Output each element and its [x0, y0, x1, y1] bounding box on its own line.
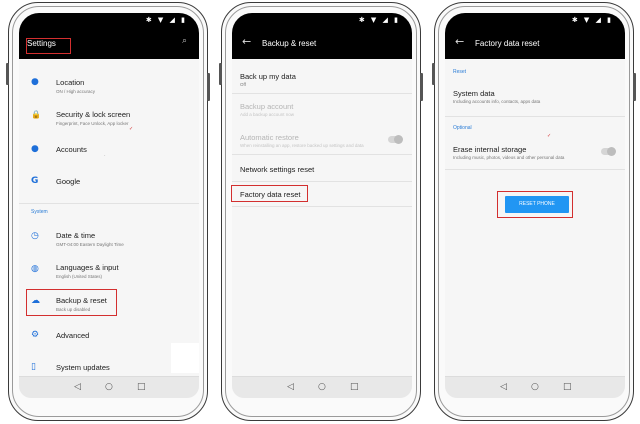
annotation-mark: ✓ — [129, 126, 134, 132]
divider — [445, 116, 625, 117]
annotation-mark: · — [104, 153, 106, 159]
nav-back-icon[interactable]: ◁ — [287, 382, 294, 392]
status-bar: ✱ ▼ ◢ ▮ — [19, 13, 199, 27]
status-bar: ✱ ▼ ◢ ▮ — [445, 13, 625, 27]
app-bar: ← Backup & reset — [232, 27, 412, 59]
divider — [445, 169, 625, 170]
divider — [232, 154, 412, 155]
item-subtitle: English (United States) — [56, 274, 103, 279]
section-header-system: System — [31, 209, 48, 215]
back-arrow-icon[interactable]: ← — [242, 35, 251, 48]
divider — [232, 206, 412, 207]
divider — [19, 203, 199, 204]
back-arrow-icon[interactable]: ← — [455, 35, 464, 48]
search-icon[interactable]: ⌕ — [182, 36, 187, 46]
google-icon: G — [31, 176, 39, 186]
volume-button — [219, 63, 222, 85]
reset-phone-button[interactable]: RESET PHONE — [505, 196, 569, 213]
nav-recents-icon[interactable]: □ — [137, 382, 146, 392]
page-title: Factory data reset — [475, 39, 540, 48]
notch — [513, 13, 557, 24]
power-button — [207, 73, 210, 101]
nav-back-icon[interactable]: ◁ — [500, 382, 507, 392]
item-title: Backup account — [240, 102, 294, 111]
phone-settings: ✱ ▼ ◢ ▮ Settings ⌕ ● Location ON / High … — [6, 2, 210, 421]
item-title: Accounts — [56, 145, 87, 154]
item-title: Backup & reset — [56, 296, 107, 305]
status-icons: ✱ ▼ ◢ ▮ — [358, 16, 400, 24]
phone-update-icon: ▯ — [31, 362, 36, 372]
item-title: Google — [56, 177, 81, 186]
divider — [232, 93, 412, 94]
globe-icon: ◍ — [31, 264, 39, 274]
item-title: Security & lock screen — [56, 110, 131, 119]
blank-overlay — [171, 343, 199, 373]
page-title: Settings — [27, 39, 56, 48]
section-header-reset: Reset — [453, 69, 467, 75]
item-title: System data — [453, 89, 495, 98]
phone-backup-reset: ✱ ▼ ◢ ▮ ← Backup & reset Back up my data… — [219, 2, 423, 421]
item-title: Advanced — [56, 331, 90, 340]
nav-back-icon[interactable]: ◁ — [74, 382, 81, 392]
item-subtitle: Back up disabled — [56, 307, 91, 312]
nav-bar: ◁ ○ □ — [19, 376, 199, 398]
item-title: Languages & input — [56, 263, 119, 272]
nav-recents-icon[interactable]: □ — [563, 382, 572, 392]
page-title: Backup & reset — [262, 39, 317, 48]
nav-home-icon[interactable]: ○ — [105, 382, 113, 392]
nav-bar: ◁ ○ □ — [445, 376, 625, 398]
notch — [87, 13, 131, 24]
lock-icon: 🔒 — [31, 110, 41, 119]
nav-home-icon[interactable]: ○ — [318, 382, 326, 392]
item-subtitle: Add a backup account now — [240, 112, 295, 117]
settings-screen: ✱ ▼ ◢ ▮ Settings ⌕ ● Location ON / High … — [19, 13, 199, 398]
item-title: System updates — [56, 363, 110, 372]
nav-bar: ◁ ○ □ — [232, 376, 412, 398]
power-button — [420, 73, 423, 101]
account-icon: ● — [31, 144, 39, 154]
cloud-upload-icon: ☁ — [31, 296, 40, 306]
annotation-mark: ✓ — [547, 133, 552, 139]
clock-icon: ◷ — [31, 231, 39, 241]
automatic-restore-toggle[interactable] — [388, 135, 403, 144]
nav-home-icon[interactable]: ○ — [531, 382, 539, 392]
item-subtitle: Fingerprint, Face Unlock, App locker — [56, 121, 129, 126]
volume-button — [6, 63, 9, 85]
gear-icon: ⚙ — [31, 330, 40, 340]
item-title: Factory data reset — [240, 190, 301, 199]
status-icons: ✱ ▼ ◢ ▮ — [145, 16, 187, 24]
item-subtitle: GMT-04:00 Eastern Daylight Time — [56, 242, 124, 247]
item-title: Erase internal storage — [453, 145, 527, 154]
location-icon: ● — [31, 77, 39, 87]
power-button — [633, 73, 636, 101]
notch — [300, 13, 344, 24]
item-title: Back up my data — [240, 72, 296, 81]
item-title: Network settings reset — [240, 165, 315, 174]
item-subtitle: ON / High accuracy — [56, 89, 96, 94]
divider — [232, 181, 412, 182]
status-icons: ✱ ▼ ◢ ▮ — [571, 16, 613, 24]
backup-reset-screen: ✱ ▼ ◢ ▮ ← Backup & reset Back up my data… — [232, 13, 412, 398]
factory-reset-screen: ✱ ▼ ◢ ▮ ← Factory data reset Reset Syste… — [445, 13, 625, 398]
item-title: Location — [56, 78, 85, 87]
app-bar: ← Factory data reset — [445, 27, 625, 59]
volume-button — [432, 63, 435, 85]
item-subtitle: When reinstalling an app, restore backed… — [240, 143, 364, 148]
item-subtitle: Off — [240, 82, 246, 87]
item-subtitle: Including music, photos, videos and othe… — [453, 155, 565, 160]
item-title: Automatic restore — [240, 133, 299, 142]
section-header-optional: Optional — [453, 125, 472, 131]
app-bar: Settings ⌕ — [19, 27, 199, 59]
erase-storage-toggle[interactable] — [601, 147, 616, 156]
item-subtitle: Including accounts info, contacts, apps … — [453, 99, 541, 104]
status-bar: ✱ ▼ ◢ ▮ — [232, 13, 412, 27]
phone-factory-reset: ✱ ▼ ◢ ▮ ← Factory data reset Reset Syste… — [432, 2, 636, 421]
nav-recents-icon[interactable]: □ — [350, 382, 359, 392]
item-title: Date & time — [56, 231, 96, 240]
